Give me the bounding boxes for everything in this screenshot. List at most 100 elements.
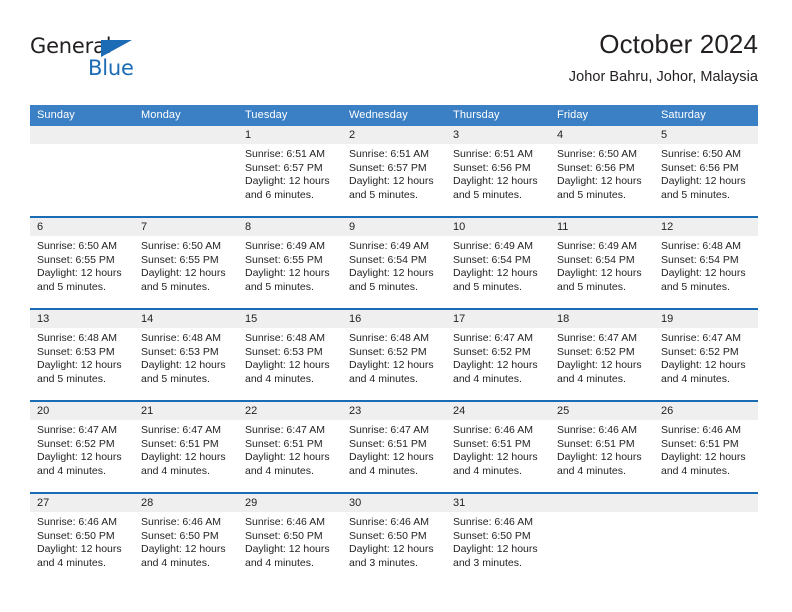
day-cell-empty [654, 494, 758, 584]
daylight-text-line2: and 4 minutes. [349, 464, 418, 477]
sunrise-text: Sunrise: 6:48 AM [37, 332, 117, 344]
day-number: 19 [654, 310, 758, 328]
daylight-text-line2: and 4 minutes. [141, 464, 210, 477]
day-details: Sunrise: 6:47 AM Sunset: 6:51 PM Daylight:… [238, 420, 342, 478]
sunrise-text: Sunrise: 6:49 AM [245, 240, 325, 252]
day-details: Sunrise: 6:46 AM Sunset: 6:50 PM Daylight:… [30, 512, 134, 570]
day-cell[interactable]: 17 Sunrise: 6:47 AM Sunset: 6:52 PM Dayligh… [446, 310, 550, 400]
day-cell[interactable]: 14 Sunrise: 6:48 AM Sunset: 6:53 PM Dayligh… [134, 310, 238, 400]
sunset-text: Sunset: 6:51 PM [453, 437, 531, 450]
day-details: Sunrise: 6:46 AM Sunset: 6:50 PM Daylight:… [134, 512, 238, 570]
daylight-text-line2: and 3 minutes. [453, 556, 522, 569]
sunrise-text: Sunrise: 6:50 AM [141, 240, 221, 252]
day-number: 20 [30, 402, 134, 420]
day-number: 12 [654, 218, 758, 236]
weekday-header-thursday: Thursday [453, 109, 500, 121]
daylight-text-line2: and 4 minutes. [245, 464, 314, 477]
calendar-grid: Sunday Monday Tuesday Wednesday Thursday… [30, 105, 758, 584]
day-cell[interactable]: 27 Sunrise: 6:46 AM Sunset: 6:50 PM Dayligh… [30, 494, 134, 584]
day-cell[interactable]: 18 Sunrise: 6:47 AM Sunset: 6:52 PM Dayligh… [550, 310, 654, 400]
daylight-text-line1: Daylight: 12 hours [245, 175, 330, 188]
day-cell[interactable]: 12 Sunrise: 6:48 AM Sunset: 6:54 PM Dayligh… [654, 218, 758, 308]
day-cell[interactable]: 28 Sunrise: 6:46 AM Sunset: 6:50 PM Dayligh… [134, 494, 238, 584]
sunset-text: Sunset: 6:53 PM [245, 345, 323, 358]
daylight-text-line1: Daylight: 12 hours [141, 451, 226, 464]
day-cell[interactable]: 7 Sunrise: 6:50 AM Sunset: 6:55 PM Daylight… [134, 218, 238, 308]
daylight-text-line1: Daylight: 12 hours [349, 543, 434, 556]
daylight-text-line1: Daylight: 12 hours [349, 451, 434, 464]
daylight-text-line1: Daylight: 12 hours [453, 451, 538, 464]
day-number: 4 [550, 126, 654, 144]
day-cell[interactable]: 8 Sunrise: 6:49 AM Sunset: 6:55 PM Daylight… [238, 218, 342, 308]
day-cell[interactable]: 6 Sunrise: 6:50 AM Sunset: 6:55 PM Daylight… [30, 218, 134, 308]
page-title: October 2024 [599, 29, 758, 59]
day-details: Sunrise: 6:49 AM Sunset: 6:54 PM Daylight:… [342, 236, 446, 294]
daylight-text-line1: Daylight: 12 hours [349, 175, 434, 188]
sunset-text: Sunset: 6:54 PM [349, 253, 427, 266]
sunrise-text: Sunrise: 6:48 AM [349, 332, 429, 344]
day-number [654, 494, 758, 512]
daylight-text-line2: and 6 minutes. [245, 188, 314, 201]
day-cell[interactable]: 2 Sunrise: 6:51 AM Sunset: 6:57 PM Daylight… [342, 126, 446, 216]
day-cell[interactable]: 11 Sunrise: 6:49 AM Sunset: 6:54 PM Dayligh… [550, 218, 654, 308]
day-cell[interactable]: 25 Sunrise: 6:46 AM Sunset: 6:51 PM Dayligh… [550, 402, 654, 492]
day-details: Sunrise: 6:51 AM Sunset: 6:57 PM Daylight:… [238, 144, 342, 202]
day-cell[interactable]: 22 Sunrise: 6:47 AM Sunset: 6:51 PM Dayligh… [238, 402, 342, 492]
sunset-text: Sunset: 6:50 PM [141, 529, 219, 542]
day-details: Sunrise: 6:48 AM Sunset: 6:54 PM Daylight:… [654, 236, 758, 294]
day-cell[interactable]: 29 Sunrise: 6:46 AM Sunset: 6:50 PM Dayligh… [238, 494, 342, 584]
day-number: 26 [654, 402, 758, 420]
day-number: 2 [342, 126, 446, 144]
sunrise-text: Sunrise: 6:47 AM [37, 424, 117, 436]
sunset-text: Sunset: 6:50 PM [453, 529, 531, 542]
day-details: Sunrise: 6:51 AM Sunset: 6:57 PM Daylight:… [342, 144, 446, 202]
title-block: October 2024 Johor Bahru, Johor, Malaysi… [569, 28, 758, 88]
day-cell[interactable]: 4 Sunrise: 6:50 AM Sunset: 6:56 PM Daylight… [550, 126, 654, 216]
daylight-text-line2: and 4 minutes. [453, 372, 522, 385]
sunset-text: Sunset: 6:57 PM [245, 161, 323, 174]
day-number: 3 [446, 126, 550, 144]
sunset-text: Sunset: 6:51 PM [349, 437, 427, 450]
day-number: 10 [446, 218, 550, 236]
day-cell[interactable]: 15 Sunrise: 6:48 AM Sunset: 6:53 PM Dayligh… [238, 310, 342, 400]
sunrise-text: Sunrise: 6:48 AM [661, 240, 741, 252]
day-cell[interactable]: 23 Sunrise: 6:47 AM Sunset: 6:51 PM Dayligh… [342, 402, 446, 492]
day-details: Sunrise: 6:50 AM Sunset: 6:55 PM Daylight:… [30, 236, 134, 294]
daylight-text-line1: Daylight: 12 hours [557, 267, 642, 280]
day-details: Sunrise: 6:48 AM Sunset: 6:53 PM Daylight:… [30, 328, 134, 386]
sunset-text: Sunset: 6:52 PM [37, 437, 115, 450]
day-cell[interactable]: 3 Sunrise: 6:51 AM Sunset: 6:56 PM Daylight… [446, 126, 550, 216]
day-details: Sunrise: 6:49 AM Sunset: 6:55 PM Daylight:… [238, 236, 342, 294]
daylight-text-line1: Daylight: 12 hours [37, 267, 122, 280]
daylight-text-line2: and 5 minutes. [349, 188, 418, 201]
day-cell[interactable]: 16 Sunrise: 6:48 AM Sunset: 6:52 PM Dayligh… [342, 310, 446, 400]
day-cell[interactable]: 13 Sunrise: 6:48 AM Sunset: 6:53 PM Dayligh… [30, 310, 134, 400]
week-row: 20 Sunrise: 6:47 AM Sunset: 6:52 PM Dayligh… [30, 400, 758, 492]
page-subtitle: Johor Bahru, Johor, Malaysia [568, 69, 758, 85]
day-cell[interactable]: 9 Sunrise: 6:49 AM Sunset: 6:54 PM Daylight… [342, 218, 446, 308]
sunset-text: Sunset: 6:56 PM [661, 161, 739, 174]
day-cell[interactable]: 20 Sunrise: 6:47 AM Sunset: 6:52 PM Dayligh… [30, 402, 134, 492]
daylight-text-line1: Daylight: 12 hours [141, 359, 226, 372]
sunrise-text: Sunrise: 6:47 AM [453, 332, 533, 344]
day-details: Sunrise: 6:46 AM Sunset: 6:51 PM Daylight:… [654, 420, 758, 478]
day-cell[interactable]: 19 Sunrise: 6:47 AM Sunset: 6:52 PM Dayligh… [654, 310, 758, 400]
daylight-text-line2: and 5 minutes. [557, 280, 626, 293]
sunrise-text: Sunrise: 6:51 AM [245, 148, 325, 160]
sunrise-text: Sunrise: 6:46 AM [453, 424, 533, 436]
day-cell[interactable]: 24 Sunrise: 6:46 AM Sunset: 6:51 PM Dayligh… [446, 402, 550, 492]
day-number: 29 [238, 494, 342, 512]
day-cell[interactable]: 1 Sunrise: 6:51 AM Sunset: 6:57 PM Daylight… [238, 126, 342, 216]
day-cell[interactable]: 30 Sunrise: 6:46 AM Sunset: 6:50 PM Dayligh… [342, 494, 446, 584]
day-details: Sunrise: 6:48 AM Sunset: 6:52 PM Daylight:… [342, 328, 446, 386]
general-blue-logo[interactable]: General Blue [30, 34, 180, 86]
day-cell[interactable]: 26 Sunrise: 6:46 AM Sunset: 6:51 PM Dayligh… [654, 402, 758, 492]
daylight-text-line1: Daylight: 12 hours [661, 359, 746, 372]
day-details: Sunrise: 6:50 AM Sunset: 6:56 PM Daylight:… [654, 144, 758, 202]
daylight-text-line1: Daylight: 12 hours [661, 267, 746, 280]
day-cell[interactable]: 10 Sunrise: 6:49 AM Sunset: 6:54 PM Dayligh… [446, 218, 550, 308]
day-cell-empty [550, 494, 654, 584]
day-cell[interactable]: 21 Sunrise: 6:47 AM Sunset: 6:51 PM Dayligh… [134, 402, 238, 492]
day-cell[interactable]: 31 Sunrise: 6:46 AM Sunset: 6:50 PM Dayligh… [446, 494, 550, 584]
day-cell[interactable]: 5 Sunrise: 6:50 AM Sunset: 6:56 PM Daylight… [654, 126, 758, 216]
